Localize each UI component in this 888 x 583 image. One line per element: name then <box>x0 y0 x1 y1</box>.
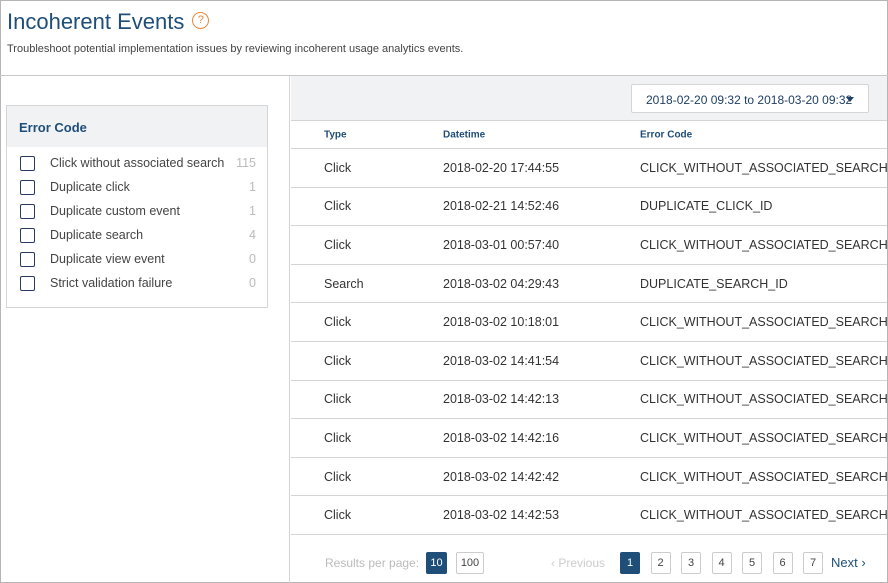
filter-item[interactable]: Duplicate custom event 1 <box>20 199 256 223</box>
cell-error-code: CLICK_WITHOUT_ASSOCIATED_SEARCH <box>640 392 888 407</box>
filter-item-count: 1 <box>249 180 256 194</box>
page-3-button[interactable]: 3 <box>681 552 701 574</box>
cell-error-code: CLICK_WITHOUT_ASSOCIATED_SEARCH <box>640 237 888 252</box>
checkbox[interactable] <box>20 203 35 219</box>
filter-item-count: 4 <box>249 228 256 242</box>
caret-down-icon <box>846 97 854 102</box>
cell-error-code: CLICK_WITHOUT_ASSOCIATED_SEARCH <box>640 469 888 484</box>
cell-error-code: CLICK_WITHOUT_ASSOCIATED_SEARCH <box>640 353 888 368</box>
page-header: Incoherent Events? Troubleshoot potentia… <box>0 0 888 76</box>
cell-datetime: 2018-03-02 14:42:53 <box>443 508 560 523</box>
date-range-picker[interactable]: 2018-02-20 09:32 to 2018-03-20 09:32 <box>631 84 869 113</box>
cell-datetime: 2018-03-02 14:41:54 <box>443 353 560 368</box>
checkbox[interactable] <box>20 155 35 171</box>
cell-type: Click <box>324 160 352 175</box>
page-title-text: Incoherent Events <box>7 9 185 34</box>
cell-type: Click <box>324 469 352 484</box>
per-page-100-button[interactable]: 100 <box>456 552 484 574</box>
filter-item-label: Strict validation failure <box>50 276 173 290</box>
checkbox[interactable] <box>20 275 35 291</box>
filter-item-count: 0 <box>249 252 256 266</box>
page-7-button[interactable]: 7 <box>803 552 823 574</box>
cell-error-code: DUPLICATE_CLICK_ID <box>640 199 773 214</box>
table-row[interactable]: Click 2018-02-20 17:44:55 CLICK_WITHOUT_AS… <box>291 149 888 188</box>
question-circle-icon[interactable]: ? <box>192 11 210 29</box>
previous-page-button[interactable]: ‹ Previous <box>551 556 605 570</box>
page-4-button[interactable]: 4 <box>711 552 732 574</box>
page-title: Incoherent Events? <box>7 9 210 35</box>
table-row[interactable]: Click 2018-02-21 14:52:46 DUPLICATE_CLICK_… <box>291 188 887 227</box>
date-range-value: 2018-02-20 09:32 to 2018-03-20 09:32 <box>646 93 853 107</box>
cell-datetime: 2018-03-02 04:29:43 <box>443 276 560 291</box>
table-row[interactable]: Click 2018-03-01 00:57:40 CLICK_WITHOUT_AS… <box>291 226 888 265</box>
cell-type: Click <box>324 430 352 445</box>
cell-datetime: 2018-03-01 00:57:40 <box>443 237 560 252</box>
filter-item-label: Click without associated search <box>50 156 225 170</box>
cell-type: Click <box>324 392 352 407</box>
page-1-button[interactable]: 1 <box>620 552 640 574</box>
cell-type: Click <box>324 199 352 214</box>
cell-datetime: 2018-03-02 14:42:16 <box>443 430 560 445</box>
results-toolbar: 2018-02-20 09:32 to 2018-03-20 09:32 <box>291 76 887 121</box>
table-header: Type Datetime Error Code <box>291 121 887 149</box>
filter-item-label: Duplicate view event <box>50 252 165 266</box>
cell-datetime: 2018-03-02 14:42:13 <box>443 392 560 407</box>
next-page-button[interactable]: Next › <box>831 555 866 570</box>
pagination: Results per page: 10 100 ‹ Previous 1234… <box>291 538 887 583</box>
cell-error-code: DUPLICATE_SEARCH_ID <box>640 276 788 291</box>
cell-error-code: CLICK_WITHOUT_ASSOCIATED_SEARCH <box>640 430 888 445</box>
cell-error-code: CLICK_WITHOUT_ASSOCIATED_SEARCH <box>640 160 888 175</box>
filter-item-count: 115 <box>236 156 256 170</box>
cell-datetime: 2018-03-02 14:42:42 <box>443 469 560 484</box>
column-header-datetime[interactable]: Datetime <box>443 129 485 140</box>
filter-item[interactable]: Duplicate click 1 <box>20 175 256 199</box>
cell-datetime: 2018-03-02 10:18:01 <box>443 315 560 330</box>
cell-datetime: 2018-02-20 17:44:55 <box>443 160 560 175</box>
page-subtitle: Troubleshoot potential implementation is… <box>7 43 464 55</box>
filter-item-count: 1 <box>249 204 256 218</box>
table-row[interactable]: Click 2018-03-02 10:18:01 CLICK_WITHOUT_AS… <box>291 303 888 342</box>
table-row[interactable]: Search 2018-03-02 04:29:43 DUPLICATE_SEARC… <box>291 265 887 304</box>
column-header-error-code[interactable]: Error Code <box>640 129 692 140</box>
filter-item[interactable]: Click without associated search 115 <box>20 151 256 175</box>
page-2-button[interactable]: 2 <box>650 552 671 574</box>
filter-title: Error Code <box>7 106 267 147</box>
filter-sidebar: Error Code Click without associated sear… <box>0 76 290 583</box>
cell-type: Click <box>324 315 352 330</box>
page-5-button[interactable]: 5 <box>742 552 762 574</box>
filter-item[interactable]: Duplicate search 4 <box>20 223 256 247</box>
filter-item[interactable]: Strict validation failure 0 <box>20 271 256 295</box>
checkbox[interactable] <box>20 227 35 243</box>
cell-type: Click <box>324 237 352 252</box>
cell-type: Click <box>324 353 352 368</box>
filter-item-label: Duplicate custom event <box>50 204 180 218</box>
table-row[interactable]: Click 2018-03-02 14:42:16 CLICK_WITHOUT_AS… <box>291 419 888 458</box>
filter-item-count: 0 <box>249 276 256 290</box>
results-per-page-label: Results per page: <box>325 556 420 570</box>
filter-item-label: Duplicate search <box>50 228 144 242</box>
cell-error-code: CLICK_WITHOUT_ASSOCIATED_SEARCH <box>640 315 888 330</box>
results-panel: 2018-02-20 09:32 to 2018-03-20 09:32 Typ… <box>291 76 888 583</box>
cell-error-code: CLICK_WITHOUT_ASSOCIATED_SEARCH <box>640 508 888 523</box>
cell-type: Click <box>324 508 352 523</box>
cell-datetime: 2018-02-21 14:52:46 <box>443 199 560 214</box>
table-row[interactable]: Click 2018-03-02 14:41:54 CLICK_WITHOUT_AS… <box>291 342 888 381</box>
page-6-button[interactable]: 6 <box>772 552 793 574</box>
error-code-filter: Error Code Click without associated sear… <box>6 105 268 308</box>
filter-item[interactable]: Duplicate view event 0 <box>20 247 256 271</box>
cell-type: Search <box>324 276 364 291</box>
column-header-type[interactable]: Type <box>324 129 347 140</box>
checkbox[interactable] <box>20 179 35 195</box>
table-row[interactable]: Click 2018-03-02 14:42:13 CLICK_WITHOUT_AS… <box>291 381 888 420</box>
table-row[interactable]: Click 2018-03-02 14:42:53 CLICK_WITHOUT_AS… <box>291 496 888 535</box>
per-page-10-button[interactable]: 10 <box>426 552 447 574</box>
checkbox[interactable] <box>20 251 35 267</box>
table-row[interactable]: Click 2018-03-02 14:42:42 CLICK_WITHOUT_AS… <box>291 458 888 497</box>
filter-item-label: Duplicate click <box>50 180 130 194</box>
